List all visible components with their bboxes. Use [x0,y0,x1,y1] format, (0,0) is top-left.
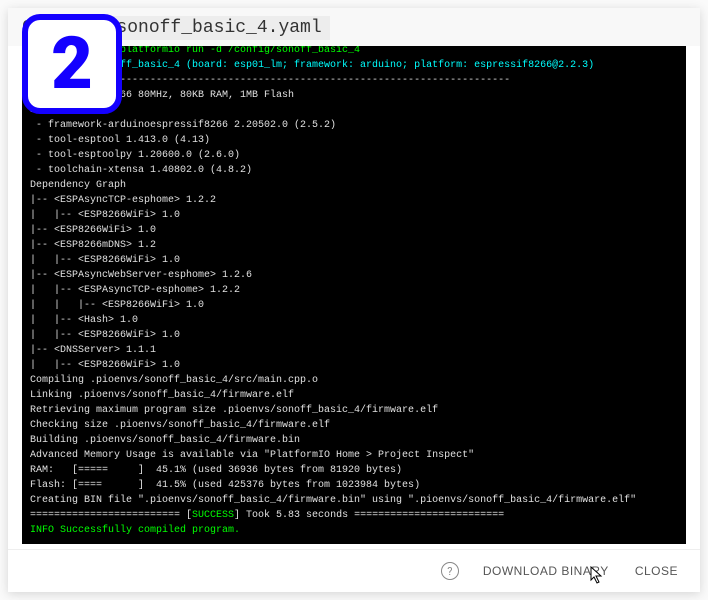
terminal-line: PACKAGES: [30,103,678,118]
help-icon[interactable]: ? [441,562,459,580]
terminal-line: | |-- <ESPAsyncTCP-esphome> 1.2.2 [30,283,678,298]
terminal-line: - framework-arduinoespressif8266 2.20502… [30,118,678,133]
terminal-line: INFO Successfully compiled program. [30,523,678,538]
terminal-container: INFO Reading configuration /config/sonof… [8,46,700,549]
step-badge: 2 [22,14,122,114]
terminal-line: |-- <ESP8266WiFi> 1.0 [30,223,678,238]
terminal-line: |-- <ESP8266mDNS> 1.2 [30,238,678,253]
terminal-line: Retrieving maximum program size .pioenvs… [30,403,678,418]
terminal-line: Checking size .pioenvs/sonoff_basic_4/fi… [30,418,678,433]
terminal-line: Linking .pioenvs/sonoff_basic_4/firmware… [30,388,678,403]
terminal-line: ----------------------------------------… [30,73,678,88]
terminal-line: - tool-esptoolpy 1.20600.0 (2.6.0) [30,148,678,163]
terminal-line: | |-- <Hash> 1.0 [30,313,678,328]
terminal-line: | |-- <ESP8266WiFi> 1.0 [30,253,678,268]
terminal-line: HARDWARE: ESP8266 80MHz, 80KB RAM, 1MB F… [30,88,678,103]
close-button[interactable]: CLOSE [633,560,680,582]
terminal-line: Compiling .pioenvs/sonoff_basic_4/src/ma… [30,373,678,388]
terminal-line: - toolchain-xtensa 1.40802.0 (4.8.2) [30,163,678,178]
terminal-line: - tool-esptool 1.413.0 (4.13) [30,133,678,148]
terminal-line: |-- <DNSServer> 1.1.1 [30,343,678,358]
terminal-line: | | |-- <ESP8266WiFi> 1.0 [30,298,678,313]
download-binary-button[interactable]: DOWNLOAD BINARY [481,560,611,582]
header-filename: sonoff_basic_4.yaml [108,16,329,40]
terminal-line: | |-- <ESP8266WiFi> 1.0 [30,328,678,343]
step-badge-number: 2 [51,28,93,100]
terminal-line: ========================= [SUCCESS] Took… [30,508,678,523]
dialog-footer: ? DOWNLOAD BINARY CLOSE [8,549,700,592]
terminal-line: | |-- <ESP8266WiFi> 1.0 [30,358,678,373]
terminal-line: Flash: [==== ] 41.5% (used 425376 bytes … [30,478,678,493]
terminal-line: Creating BIN file ".pioenvs/sonoff_basic… [30,493,678,508]
terminal-line: Building .pioenvs/sonoff_basic_4/firmwar… [30,433,678,448]
terminal-output[interactable]: INFO Reading configuration /config/sonof… [22,46,686,544]
terminal-line: INFO Running: platformio run -d /config/… [30,46,678,58]
terminal-line: RAM: [===== ] 45.1% (used 36936 bytes fr… [30,463,678,478]
terminal-line: | |-- <ESP8266WiFi> 1.0 [30,208,678,223]
terminal-line: Advanced Memory Usage is available via "… [30,448,678,463]
terminal-line: Dependency Graph [30,178,678,193]
terminal-line: |-- <ESPAsyncWebServer-esphome> 1.2.6 [30,268,678,283]
terminal-line: Processing sonoff_basic_4 (board: esp01_… [30,58,678,73]
terminal-line: |-- <ESPAsyncTCP-esphome> 1.2.2 [30,193,678,208]
